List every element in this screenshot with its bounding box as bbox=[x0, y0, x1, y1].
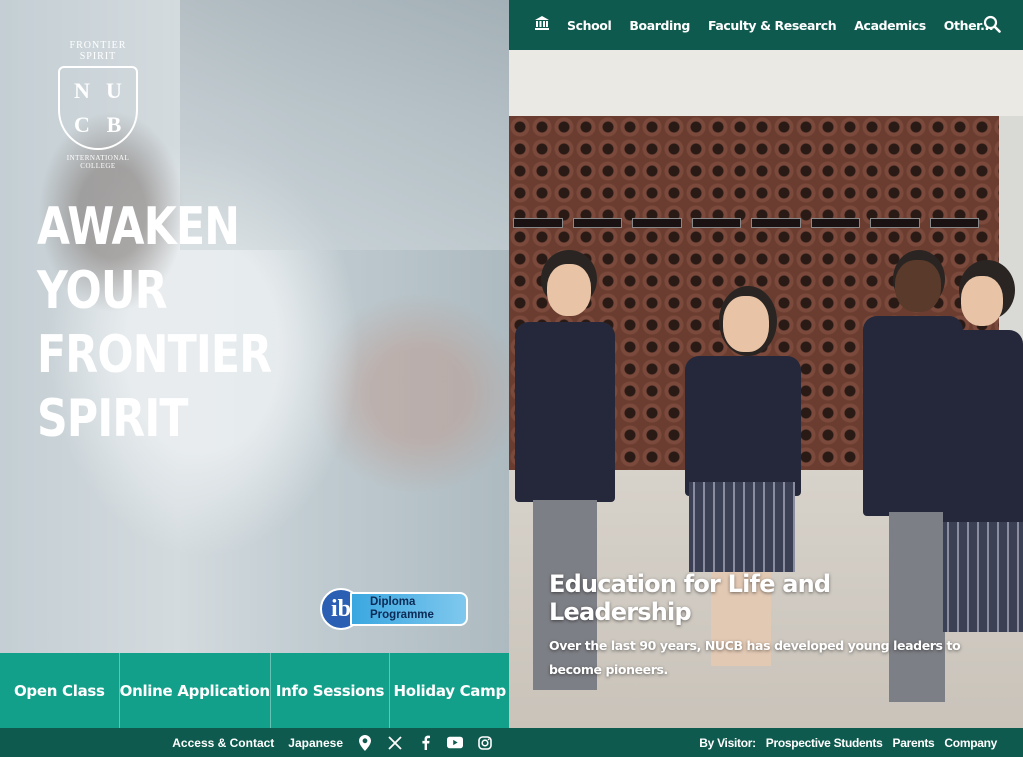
hero-panel: FRONTIER SPIRIT N U C B INTERNATIONAL CO… bbox=[0, 0, 509, 757]
crest-shield: N U C B bbox=[58, 66, 138, 150]
nav-academics[interactable]: Academics bbox=[854, 18, 926, 33]
company-link[interactable]: Company bbox=[944, 736, 997, 750]
prospective-students-link[interactable]: Prospective Students bbox=[766, 736, 883, 750]
left-footer: Access & Contact Japanese bbox=[0, 728, 509, 757]
facebook-icon[interactable] bbox=[417, 735, 433, 751]
holiday-camp-button[interactable]: Holiday Camp bbox=[390, 653, 509, 728]
language-link[interactable]: Japanese bbox=[288, 736, 343, 750]
location-icon[interactable] bbox=[357, 734, 373, 751]
nav-school[interactable]: School bbox=[567, 18, 612, 33]
x-icon[interactable] bbox=[387, 735, 403, 751]
content-panel: School Boarding Faculty & Research Acade… bbox=[509, 0, 1023, 757]
open-class-button[interactable]: Open Class bbox=[0, 653, 120, 728]
feature-title: Education for Life and Leadership bbox=[549, 570, 831, 626]
visitor-footer: By Visitor: Prospective Students Parents… bbox=[509, 728, 1023, 757]
hero-headline: AWAKEN YOUR FRONTIER SPIRIT bbox=[37, 195, 283, 451]
crest-letter: C bbox=[74, 112, 90, 137]
world-clocks bbox=[509, 218, 979, 230]
instagram-icon[interactable] bbox=[477, 735, 493, 751]
feature-text: Over the last 90 years, NUCB has develop… bbox=[549, 638, 961, 677]
crest-motto: FRONTIER SPIRIT bbox=[69, 40, 127, 62]
headline-line: YOUR bbox=[37, 261, 168, 321]
parents-link[interactable]: Parents bbox=[893, 736, 935, 750]
visitor-label: By Visitor: bbox=[699, 735, 756, 750]
info-sessions-button[interactable]: Info Sessions bbox=[271, 653, 391, 728]
students-photo: Education for Life and Leadership Over t… bbox=[509, 50, 1023, 728]
ib-label-line2: Programme bbox=[370, 609, 434, 621]
ib-label-line1: Diploma bbox=[370, 596, 416, 608]
crest-subtitle: INTERNATIONAL COLLEGE bbox=[66, 154, 130, 170]
cta-bar: Open Class Online Application Info Sessi… bbox=[0, 653, 509, 728]
online-application-button[interactable]: Online Application bbox=[120, 653, 271, 728]
crest-letter: N bbox=[74, 78, 90, 103]
headline-line: SPIRIT bbox=[37, 389, 189, 449]
school-building-icon[interactable] bbox=[535, 15, 549, 35]
youtube-icon[interactable] bbox=[447, 735, 463, 751]
access-contact-link[interactable]: Access & Contact bbox=[172, 736, 274, 750]
headline-line: AWAKEN bbox=[37, 197, 240, 257]
nav-boarding[interactable]: Boarding bbox=[629, 18, 690, 33]
crest-letter: B bbox=[106, 112, 122, 137]
search-icon[interactable] bbox=[983, 15, 1003, 35]
ib-diploma-badge[interactable]: ib Diploma Programme bbox=[320, 588, 468, 630]
top-navigation: School Boarding Faculty & Research Acade… bbox=[509, 0, 1023, 50]
nav-faculty-research[interactable]: Faculty & Research bbox=[708, 18, 837, 33]
ib-label: Diploma Programme bbox=[350, 592, 468, 626]
school-crest-logo[interactable]: FRONTIER SPIRIT N U C B INTERNATIONAL CO… bbox=[52, 40, 144, 170]
crest-letter: U bbox=[106, 78, 122, 103]
feature-caption: Education for Life and Leadership Over t… bbox=[549, 570, 979, 682]
headline-line: FRONTIER bbox=[37, 325, 272, 385]
